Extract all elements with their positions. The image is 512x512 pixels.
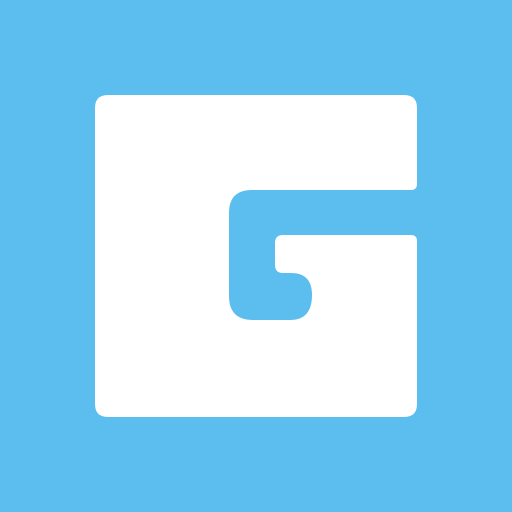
app-icon — [0, 0, 512, 512]
icon-background — [0, 0, 512, 512]
g-logo-icon — [0, 0, 512, 512]
